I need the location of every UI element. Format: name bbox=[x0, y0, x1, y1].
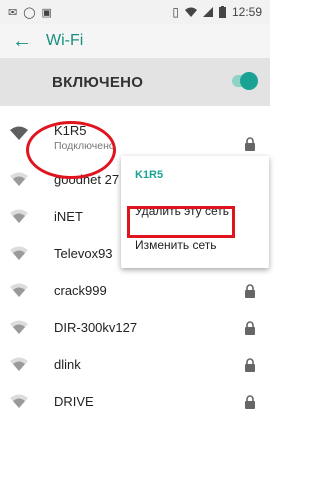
wifi-signal-icon bbox=[10, 283, 28, 297]
status-bar: ✉ ◯ ▣ ▯ 12:59 bbox=[0, 0, 270, 24]
switch-knob bbox=[240, 72, 258, 90]
wifi-signal-icon bbox=[10, 394, 28, 408]
wifi-master-toggle-row[interactable]: ВКЛЮЧЕНО bbox=[0, 58, 270, 106]
network-name: Televox93 bbox=[54, 246, 113, 261]
page-title: Wi-Fi bbox=[46, 32, 84, 49]
image-icon: ▣ bbox=[41, 6, 52, 19]
wifi-signal-icon bbox=[10, 209, 28, 223]
wifi-signal-icon bbox=[10, 357, 28, 371]
app-toolbar: ← Wi-Fi bbox=[0, 24, 270, 58]
network-name: DRIVE bbox=[54, 394, 94, 409]
wifi-signal-icon bbox=[10, 172, 28, 186]
network-name: dlink bbox=[54, 357, 81, 372]
wifi-signal-icon bbox=[10, 126, 28, 140]
lock-icon bbox=[245, 395, 255, 409]
annotation-box bbox=[127, 206, 235, 238]
annotation-circle bbox=[26, 121, 116, 179]
network-name: crack999 bbox=[54, 283, 107, 298]
signal-icon bbox=[202, 7, 213, 17]
network-name: iNET bbox=[54, 209, 83, 224]
lock-icon bbox=[245, 358, 255, 372]
lock-icon bbox=[245, 284, 255, 298]
vibrate-icon: ▯ bbox=[172, 5, 179, 19]
lock-icon bbox=[245, 137, 255, 151]
wifi-signal-icon bbox=[10, 320, 28, 334]
back-arrow-icon[interactable]: ← bbox=[6, 24, 38, 58]
toggle-label: ВКЛЮЧЕНО bbox=[52, 73, 144, 91]
context-menu-title: K1R5 bbox=[135, 169, 164, 181]
modify-network-menu-item[interactable]: Изменить сеть bbox=[135, 238, 217, 252]
notification-icons: ✉ ◯ ▣ bbox=[0, 6, 52, 19]
network-row-drive[interactable]: DRIVE bbox=[0, 384, 270, 421]
wifi-switch[interactable] bbox=[232, 72, 258, 90]
network-name: DIR-300kv127 bbox=[54, 320, 138, 335]
lock-icon bbox=[245, 321, 255, 335]
network-row-dir300[interactable]: DIR-300kv127 bbox=[0, 310, 270, 347]
mail-icon: ✉ bbox=[8, 6, 18, 19]
battery-icon bbox=[218, 6, 226, 18]
clock: 12:59 bbox=[231, 5, 262, 19]
wifi-icon bbox=[184, 7, 197, 17]
wifi-signal-icon bbox=[10, 246, 28, 260]
network-row-dlink[interactable]: dlink bbox=[0, 347, 270, 384]
whatsapp-icon: ◯ bbox=[23, 6, 36, 19]
network-row-crack999[interactable]: crack999 bbox=[0, 273, 270, 310]
